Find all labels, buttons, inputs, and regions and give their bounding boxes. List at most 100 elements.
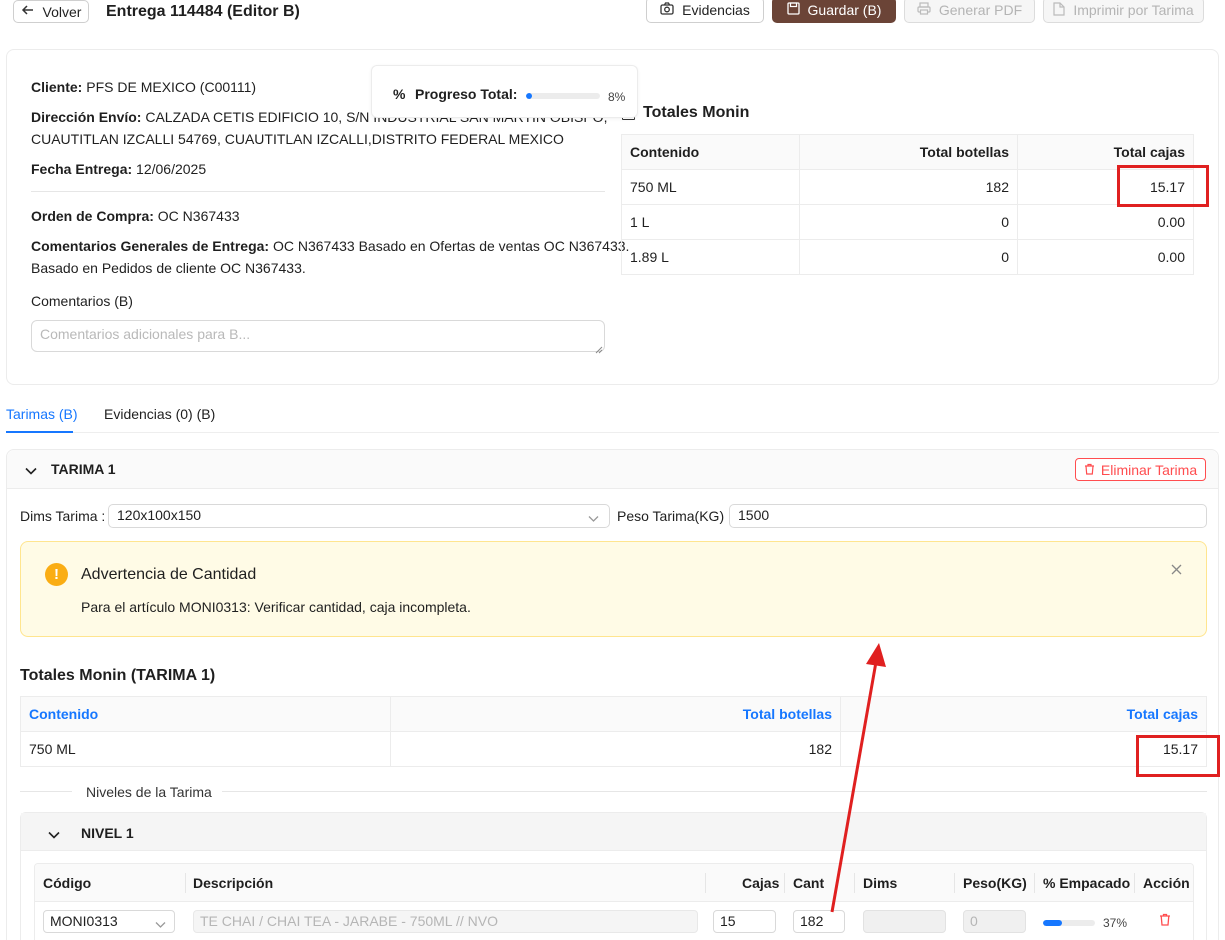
item-packed-percent: 37% xyxy=(1103,916,1128,930)
alert-title: Advertencia de Cantidad xyxy=(81,566,257,583)
column-header-weight: Peso(KG) xyxy=(963,875,1027,891)
pallet-title: TARIMA 1 xyxy=(51,461,116,477)
totals-header-content: Contenido xyxy=(621,134,800,170)
column-divider xyxy=(185,873,186,893)
active-tab-indicator xyxy=(6,431,73,433)
arrow-left-icon xyxy=(21,3,35,20)
evidence-button[interactable]: Evidencias xyxy=(646,0,764,23)
column-divider xyxy=(854,873,855,893)
tab-pallets[interactable]: Tarimas (B) xyxy=(6,406,78,422)
totals-cell: 1 L xyxy=(621,204,800,240)
progress-bar-fill xyxy=(526,93,532,99)
level-items-table: Código Descripción Cajas Cant Dims Peso(… xyxy=(34,863,1194,940)
pallet-totals-header-boxes[interactable]: Total cajas xyxy=(840,696,1207,732)
item-dims-input xyxy=(863,910,946,933)
level-header[interactable]: NIVEL 1 xyxy=(21,813,1206,851)
chevron-down-icon xyxy=(155,916,166,932)
progress-label: Progreso Total: xyxy=(415,86,518,102)
pallet-totals-header-bottles[interactable]: Total botellas xyxy=(390,696,841,732)
save-button[interactable]: Guardar (B) xyxy=(772,0,896,23)
level-title: NIVEL 1 xyxy=(81,825,134,841)
quantity-warning-alert: ! Advertencia de Cantidad Para el artícu… xyxy=(20,541,1207,637)
exclamation-icon: ! xyxy=(45,563,68,586)
chevron-down-icon[interactable] xyxy=(25,463,37,479)
tab-evidences[interactable]: Evidencias (0) (B) xyxy=(104,406,215,422)
table-row: 750 ML 182 15.17 xyxy=(621,169,1194,205)
pallet-weight-input[interactable]: 1500 xyxy=(729,504,1207,528)
highlight-box-total-boxes xyxy=(1117,165,1209,207)
column-divider xyxy=(705,873,706,893)
top-toolbar: Volver Entrega 114484 (Editor B) Evidenc… xyxy=(0,0,1225,32)
item-packed-bar-fill xyxy=(1043,920,1063,926)
totals-cell: 1.89 L xyxy=(621,239,800,275)
printer-icon xyxy=(917,2,931,18)
trash-icon[interactable] xyxy=(1159,913,1171,929)
progress-percent: 8% xyxy=(608,90,626,104)
info-divider xyxy=(31,191,605,192)
general-comments-label: Comentarios Generales de Entrega: xyxy=(31,238,270,254)
item-weight-input: 0 xyxy=(963,910,1026,933)
generate-pdf-button[interactable]: Generar PDF xyxy=(904,0,1035,23)
table-row: 750 ML 182 15.17 xyxy=(20,731,1207,767)
pallet-totals-cell: 182 xyxy=(390,731,841,767)
generate-pdf-label: Generar PDF xyxy=(938,2,1023,18)
item-boxes-input[interactable]: 15 xyxy=(713,910,776,933)
pallet-totals-table: Contenido Total botellas Total cajas 750… xyxy=(20,696,1207,767)
pallet-totals-header-content[interactable]: Contenido xyxy=(20,696,391,732)
delivery-date-label: Fecha Entrega: xyxy=(31,161,133,177)
item-quantity-input[interactable]: 182 xyxy=(793,910,845,933)
progress-bar xyxy=(526,93,600,99)
totals-header-bottles: Total botellas xyxy=(799,134,1018,170)
save-icon xyxy=(786,2,800,18)
pallet-totals-title: Totales Monin (TARIMA 1) xyxy=(20,667,216,684)
address-label: Dirección Envío: xyxy=(31,109,142,125)
pallet-totals-header-row: Contenido Total botellas Total cajas xyxy=(20,696,1207,732)
pallet-dims-select[interactable]: 120x100x150 xyxy=(108,504,610,528)
save-button-label: Guardar (B) xyxy=(807,2,882,18)
totals-cell: 0.00 xyxy=(1017,204,1194,240)
totals-cell: 182 xyxy=(799,169,1018,205)
close-icon[interactable] xyxy=(1171,562,1182,578)
pallet-totals-cell: 750 ML xyxy=(20,731,391,767)
purchase-order-value: OC N367433 xyxy=(157,208,240,224)
table-row: 1.89 L 0 0.00 xyxy=(621,239,1194,275)
general-comments-line: Comentarios Generales de Entrega: OC N36… xyxy=(31,235,629,257)
trash-icon xyxy=(1084,462,1095,478)
percent-icon: % xyxy=(393,86,406,102)
levels-divider-line-right xyxy=(222,791,1207,792)
item-code-select[interactable]: MONI0313 xyxy=(43,910,175,933)
column-divider xyxy=(1134,873,1135,893)
delete-pallet-button[interactable]: Eliminar Tarima xyxy=(1075,458,1206,481)
highlight-box-pallet-total-boxes xyxy=(1136,735,1220,777)
column-divider xyxy=(954,873,955,893)
print-by-pallet-button[interactable]: Imprimir por Tarima xyxy=(1043,0,1204,23)
column-header-packed: % Empacado xyxy=(1043,875,1131,891)
totals-header-row: Contenido Total botellas Total cajas xyxy=(621,134,1194,170)
total-progress-card: % Progreso Total: 8% xyxy=(371,65,638,118)
back-button[interactable]: Volver xyxy=(13,0,89,23)
column-header-description: Descripción xyxy=(193,875,274,891)
totals-title: Totales Monin xyxy=(643,104,750,121)
purchase-order-label: Orden de Compra: xyxy=(31,208,154,224)
table-row: MONI0313 TE CHAI / CHAI TEA - JARABE - 7… xyxy=(35,902,1193,940)
evidence-button-label: Evidencias xyxy=(682,2,750,18)
general-comments-value-2: Basado en Pedidos de cliente OC N367433. xyxy=(31,260,306,276)
textarea-resize-icon xyxy=(595,341,603,357)
level-panel: NIVEL 1 Código Descripción Cajas Cant Di… xyxy=(20,812,1207,940)
pallet-weight-label: Peso Tarima(KG) : xyxy=(617,508,732,524)
totals-cell: 750 ML xyxy=(621,169,800,205)
pallet-dims-value: 120x100x150 xyxy=(117,507,202,523)
levels-divider-line-left xyxy=(20,791,72,792)
comments-b-textarea[interactable]: Comentarios adicionales para B... xyxy=(31,320,605,352)
pallet-header[interactable]: TARIMA 1 Eliminar Tarima xyxy=(7,450,1218,489)
column-header-code: Código xyxy=(43,875,92,891)
pallet-dims-label: Dims Tarima : xyxy=(20,508,106,524)
delivery-date-value: 12/06/2025 xyxy=(136,161,207,177)
chevron-down-icon[interactable] xyxy=(48,827,60,843)
pallet-panel: TARIMA 1 Eliminar Tarima Dims Tarima : 1… xyxy=(6,449,1219,940)
delete-pallet-label: Eliminar Tarima xyxy=(1100,461,1198,478)
totals-title-row: Totales Monin xyxy=(622,104,749,122)
item-code-value: MONI0313 xyxy=(50,913,118,929)
chevron-down-icon xyxy=(588,510,599,526)
camera-icon xyxy=(660,2,674,18)
